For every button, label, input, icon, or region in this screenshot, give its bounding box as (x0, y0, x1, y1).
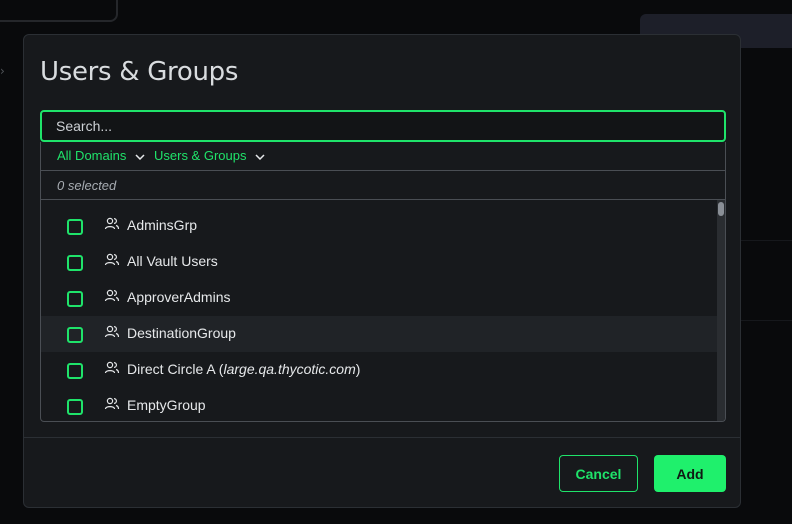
list-item[interactable]: DestinationGroup (41, 316, 717, 352)
users-icon (104, 253, 120, 266)
item-checkbox[interactable] (67, 399, 83, 415)
users-icon (104, 217, 120, 230)
item-label: Direct Circle A (large.qa.thycotic.com) (127, 361, 360, 377)
search-input[interactable] (40, 110, 726, 142)
item-checkbox[interactable] (67, 255, 83, 271)
users-icon (104, 397, 120, 410)
item-label: All Vault Users (127, 253, 218, 269)
scrollbar-thumb[interactable] (718, 202, 724, 216)
list-item[interactable]: ApproverAdmins (41, 280, 717, 316)
footer-divider (24, 437, 740, 438)
item-suffix: ) (355, 361, 361, 377)
filter-bar: All Domains Users & Groups (40, 142, 726, 170)
item-label: EmptyGroup (127, 397, 206, 413)
dialog-title: Users & Groups (40, 57, 239, 87)
list-item[interactable]: All Vault Users (41, 244, 717, 280)
chevron-down-icon (255, 154, 265, 160)
list-item[interactable]: Direct Circle A (large.qa.thycotic.com) (41, 352, 717, 388)
cancel-button[interactable]: Cancel (559, 455, 638, 492)
type-filter-dropdown[interactable]: Users & Groups (154, 148, 265, 163)
item-checkbox[interactable] (67, 327, 83, 343)
item-label: DestinationGroup (127, 325, 236, 341)
domain-filter-dropdown[interactable]: All Domains (57, 148, 145, 163)
domain-filter-label: All Domains (57, 148, 127, 163)
results-list[interactable]: AdminsGrp All Vault Users ApproverAdmins… (40, 200, 726, 422)
type-filter-label: Users & Groups (154, 148, 247, 163)
add-button[interactable]: Add (654, 455, 726, 492)
users-icon (104, 289, 120, 302)
item-checkbox[interactable] (67, 219, 83, 235)
users-icon (104, 361, 120, 374)
item-name: Direct Circle A ( (127, 361, 224, 377)
item-checkbox[interactable] (67, 363, 83, 379)
item-checkbox[interactable] (67, 291, 83, 307)
users-icon (104, 325, 120, 338)
users-groups-dialog: Users & Groups All Domains Users & Group… (23, 34, 741, 508)
item-label: AdminsGrp (127, 217, 198, 233)
selected-count: 0 selected (40, 170, 726, 200)
item-domain: large.qa.thycotic.com (223, 361, 356, 377)
item-label: ApproverAdmins (127, 289, 231, 305)
user-group-picker: All Domains Users & Groups 0 selected Ad… (40, 110, 726, 422)
chevron-down-icon (135, 154, 145, 160)
list-item[interactable]: AdminsGrp (41, 208, 717, 244)
list-item[interactable]: EmptyGroup (41, 388, 717, 421)
scrollbar[interactable] (717, 200, 725, 421)
